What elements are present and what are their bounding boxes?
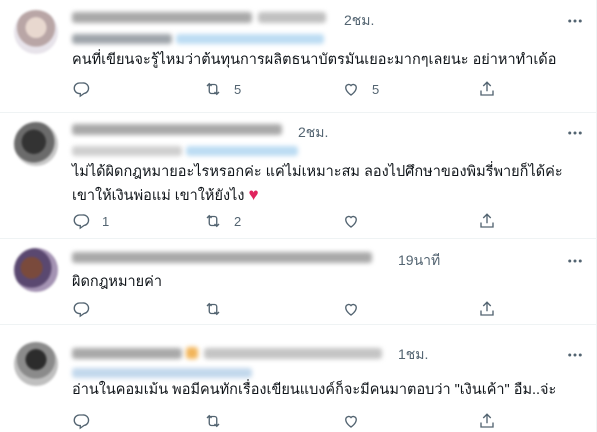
reply-icon [73, 82, 90, 98]
share-button[interactable] [478, 212, 496, 230]
share-button[interactable] [478, 412, 496, 430]
author-name-redacted [72, 12, 252, 23]
retweet-count: 2 [234, 213, 242, 229]
reply-button[interactable] [72, 412, 102, 430]
avatar[interactable] [14, 248, 58, 292]
replying-to-redacted [72, 34, 172, 44]
share-icon [480, 301, 494, 316]
author-badge-redacted [186, 347, 198, 359]
more-icon[interactable] [566, 346, 584, 364]
tweet-2[interactable]: 2ชม. ไม่ได้ผิดกฎหมายอะไรหรอกค่ะ แค่ไม่เห… [0, 112, 597, 239]
heart-icon [345, 215, 357, 228]
share-button[interactable] [478, 300, 496, 318]
avatar[interactable] [14, 122, 58, 166]
author-name-redacted [72, 252, 372, 263]
like-count: 5 [372, 81, 380, 97]
retweet-icon [206, 214, 220, 228]
reply-icon [73, 302, 90, 318]
tweet-actions: 1 2 [72, 212, 512, 232]
more-icon[interactable] [566, 12, 584, 30]
tweet-actions [72, 300, 512, 320]
reply-button[interactable] [72, 300, 102, 318]
avatar[interactable] [14, 342, 58, 386]
replying-to-link-redacted [176, 34, 324, 44]
tweet-text: ผิดกฎหมายค่า [72, 274, 163, 290]
more-icon[interactable] [566, 252, 584, 270]
heart-icon [345, 303, 357, 316]
retweet-button[interactable] [204, 300, 234, 318]
reply-count: 1 [102, 213, 110, 229]
share-button[interactable] [478, 80, 496, 98]
avatar[interactable] [14, 10, 58, 54]
red-heart-emoji: ♥ [248, 185, 259, 204]
tweet-3[interactable]: 19นาที ผิดกฎหมายค่า [0, 238, 597, 325]
heart-icon [345, 415, 357, 428]
tweet-time[interactable]: 2ชม. [298, 122, 328, 144]
like-button[interactable] [342, 300, 372, 318]
retweet-button[interactable]: 2 [204, 212, 241, 230]
like-button[interactable] [342, 212, 372, 230]
author-handle-redacted [204, 348, 382, 359]
retweet-icon [206, 302, 220, 316]
tweet-text-line-2: เขาให้เงินพ่อแม่ เขาให้ยังไง ♥ [72, 184, 259, 207]
tweet-4[interactable]: 1ชม. อ่านในคอมเม้น พอมีคนทักเรื่องเขียนแ… [0, 324, 597, 432]
more-icon[interactable] [566, 124, 584, 142]
retweet-button[interactable] [204, 412, 234, 430]
author-handle-redacted [258, 12, 326, 23]
tweet-text-line-2-content: เขาให้เงินพ่อแม่ เขาให้ยังไง [72, 188, 245, 204]
tweet-time[interactable]: 19นาที [398, 250, 440, 272]
tweet-text-line-1: ไม่ได้ผิดกฎหมายอะไรหรอกค่ะ แค่ไม่เหมาะสม… [72, 164, 563, 180]
retweet-count: 5 [234, 81, 242, 97]
replying-to-link-redacted [186, 146, 298, 156]
author-name-redacted [72, 124, 282, 135]
retweet-icon [206, 82, 220, 96]
tweet-actions: 5 5 [72, 80, 512, 100]
reply-icon [73, 214, 90, 230]
tweet-time[interactable]: 1ชม. [398, 344, 428, 366]
retweet-button[interactable]: 5 [204, 80, 241, 98]
tweet-1[interactable]: 2ชม. คนที่เขียนจะรู้ไหมว่าต้นทุนการผลิตธ… [0, 0, 597, 113]
replying-to-redacted [72, 368, 252, 378]
heart-icon [345, 83, 357, 96]
share-icon [480, 81, 494, 96]
retweet-icon [206, 414, 220, 428]
tweet-text: คนที่เขียนจะรู้ไหมว่าต้นทุนการผลิตธนาบัต… [72, 52, 557, 68]
replying-to-redacted [72, 146, 182, 156]
reply-button[interactable] [72, 80, 102, 98]
tweet-actions [72, 412, 512, 432]
reply-button[interactable]: 1 [72, 212, 109, 230]
tweet-text: อ่านในคอมเม้น พอมีคนทักเรื่องเขียนแบงค์ก… [72, 382, 557, 398]
like-button[interactable] [342, 412, 372, 430]
reply-icon [73, 414, 90, 430]
tweet-time[interactable]: 2ชม. [344, 10, 374, 32]
share-icon [480, 213, 494, 228]
like-button[interactable]: 5 [342, 80, 379, 98]
share-icon [480, 413, 494, 428]
author-name-redacted [72, 348, 182, 359]
